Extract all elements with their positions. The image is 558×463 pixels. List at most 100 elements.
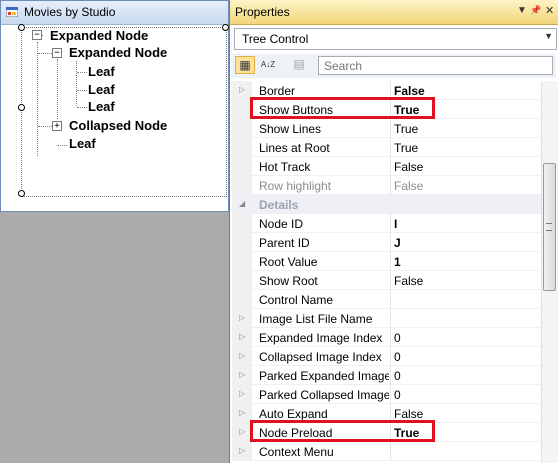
tree-node[interactable]: Expanded Node (69, 45, 167, 61)
categorized-button[interactable]: ▦ (235, 56, 255, 74)
tree-control[interactable]: − − + Expanded Node Expanded Node Leaf L… (21, 27, 227, 197)
property-value[interactable]: 0 (394, 350, 401, 364)
collapse-button[interactable]: − (32, 30, 42, 40)
expand-arrow-icon[interactable]: ▷ (239, 427, 245, 436)
property-row[interactable]: Hot Track False (232, 157, 541, 176)
property-value[interactable]: I (394, 217, 397, 231)
property-name: Lines at Root (259, 141, 330, 155)
column-divider[interactable] (390, 233, 391, 252)
column-divider[interactable] (390, 138, 391, 157)
vertical-scrollbar[interactable] (541, 81, 558, 463)
form-icon (6, 7, 18, 17)
resize-handle[interactable] (18, 24, 25, 31)
property-value[interactable]: False (394, 179, 423, 193)
tree-line (77, 90, 87, 91)
property-row[interactable]: Parent ID J (232, 233, 541, 252)
property-name: Details (259, 198, 299, 212)
column-divider[interactable] (390, 328, 391, 347)
object-selector-value: Tree Control (242, 32, 309, 46)
object-selector[interactable]: Tree Control ▼ (234, 28, 557, 50)
property-row[interactable]: ▷ Parked Collapsed Image In 0 (232, 385, 541, 404)
property-row[interactable]: ▷ Collapsed Image Index 0 (232, 347, 541, 366)
resize-handle[interactable] (18, 190, 25, 197)
column-divider[interactable] (390, 309, 391, 328)
expand-arrow-icon[interactable]: ▷ (239, 85, 245, 94)
expand-arrow-icon[interactable]: ▷ (239, 370, 245, 379)
column-divider[interactable] (390, 442, 391, 461)
expand-arrow-icon[interactable]: ▷ (239, 351, 245, 360)
property-value[interactable]: False (394, 407, 423, 421)
expand-arrow-icon[interactable]: ▷ (239, 408, 245, 417)
column-divider[interactable] (390, 119, 391, 138)
dropdown-icon[interactable]: ▼ (517, 5, 527, 16)
column-divider[interactable] (390, 290, 391, 309)
expand-arrow-icon[interactable]: ▷ (239, 332, 245, 341)
property-value[interactable]: 0 (394, 388, 401, 402)
column-divider[interactable] (390, 347, 391, 366)
form-title-bar[interactable]: Movies by Studio (1, 1, 228, 25)
collapse-arrow-icon[interactable]: ◢ (239, 199, 245, 208)
row-gutter: ▷ (232, 385, 252, 404)
property-row[interactable]: ▷ Expanded Image Index 0 (232, 328, 541, 347)
column-divider[interactable] (390, 385, 391, 404)
column-divider[interactable] (390, 214, 391, 233)
property-name: Collapsed Image Index (259, 350, 382, 364)
property-row[interactable]: Node ID I (232, 214, 541, 233)
expand-arrow-icon[interactable]: ▷ (239, 389, 245, 398)
row-gutter (232, 100, 252, 119)
alphabetical-button[interactable]: A↓Z (257, 56, 279, 74)
tree-node[interactable]: Leaf (88, 64, 115, 80)
row-gutter (232, 176, 252, 195)
column-divider[interactable] (390, 271, 391, 290)
property-value[interactable]: 0 (394, 369, 401, 383)
close-icon[interactable]: ✕ (545, 4, 554, 17)
row-gutter: ▷ (232, 309, 252, 328)
property-row[interactable]: Control Name (232, 290, 541, 309)
property-pages-button[interactable]: ▤ (289, 56, 309, 74)
property-value[interactable]: J (394, 236, 401, 250)
expand-arrow-icon[interactable]: ▷ (239, 313, 245, 322)
property-row[interactable]: ▷ Image List File Name (232, 309, 541, 328)
property-row[interactable]: ▷ Parked Expanded Image In 0 (232, 366, 541, 385)
tree-node[interactable]: Leaf (88, 99, 115, 115)
chevron-down-icon[interactable]: ▼ (544, 31, 553, 41)
resize-handle[interactable] (18, 104, 25, 111)
tree-line (37, 42, 38, 156)
resize-handle[interactable] (222, 24, 229, 31)
property-row[interactable]: Root Value 1 (232, 252, 541, 271)
search-input[interactable] (318, 56, 553, 75)
property-row[interactable]: Row highlight False (232, 176, 541, 195)
column-divider[interactable] (390, 366, 391, 385)
property-name: Root Value (259, 255, 318, 269)
property-row[interactable]: ▷ Context Menu (232, 442, 541, 461)
category-row[interactable]: ◢ Details (232, 195, 541, 214)
tree-node[interactable]: Leaf (69, 136, 96, 152)
property-row[interactable]: Show Lines True (232, 119, 541, 138)
property-value[interactable]: False (394, 84, 425, 98)
column-divider[interactable] (390, 176, 391, 195)
expand-button[interactable]: + (52, 121, 62, 131)
property-value[interactable]: True (394, 141, 418, 155)
property-value[interactable]: False (394, 274, 423, 288)
property-value[interactable]: False (394, 160, 423, 174)
properties-panel: Properties ▼ 📌 ✕ Tree Control ▼ ▦ A↓Z ▤ … (229, 0, 558, 463)
property-row[interactable]: Lines at Root True (232, 138, 541, 157)
row-gutter (232, 271, 252, 290)
tree-node[interactable]: Collapsed Node (69, 118, 167, 134)
property-value[interactable]: True (394, 122, 418, 136)
property-value[interactable]: 1 (394, 255, 401, 269)
column-divider[interactable] (390, 157, 391, 176)
property-name: Show Root (259, 274, 318, 288)
property-value[interactable]: 0 (394, 331, 401, 345)
expand-arrow-icon[interactable]: ▷ (239, 446, 245, 455)
column-divider[interactable] (390, 252, 391, 271)
collapse-button[interactable]: − (52, 48, 62, 58)
row-gutter (232, 119, 252, 138)
property-row[interactable]: Show Root False (232, 271, 541, 290)
tree-node[interactable]: Expanded Node (50, 28, 148, 44)
pin-icon[interactable]: 📌 (530, 5, 541, 16)
property-grid: ▷ Border False Show Buttons True Show Lines Tr… (232, 81, 541, 463)
property-name: Parked Collapsed Image In (259, 388, 389, 402)
tree-node[interactable]: Leaf (88, 82, 115, 98)
tree-line (77, 107, 87, 108)
